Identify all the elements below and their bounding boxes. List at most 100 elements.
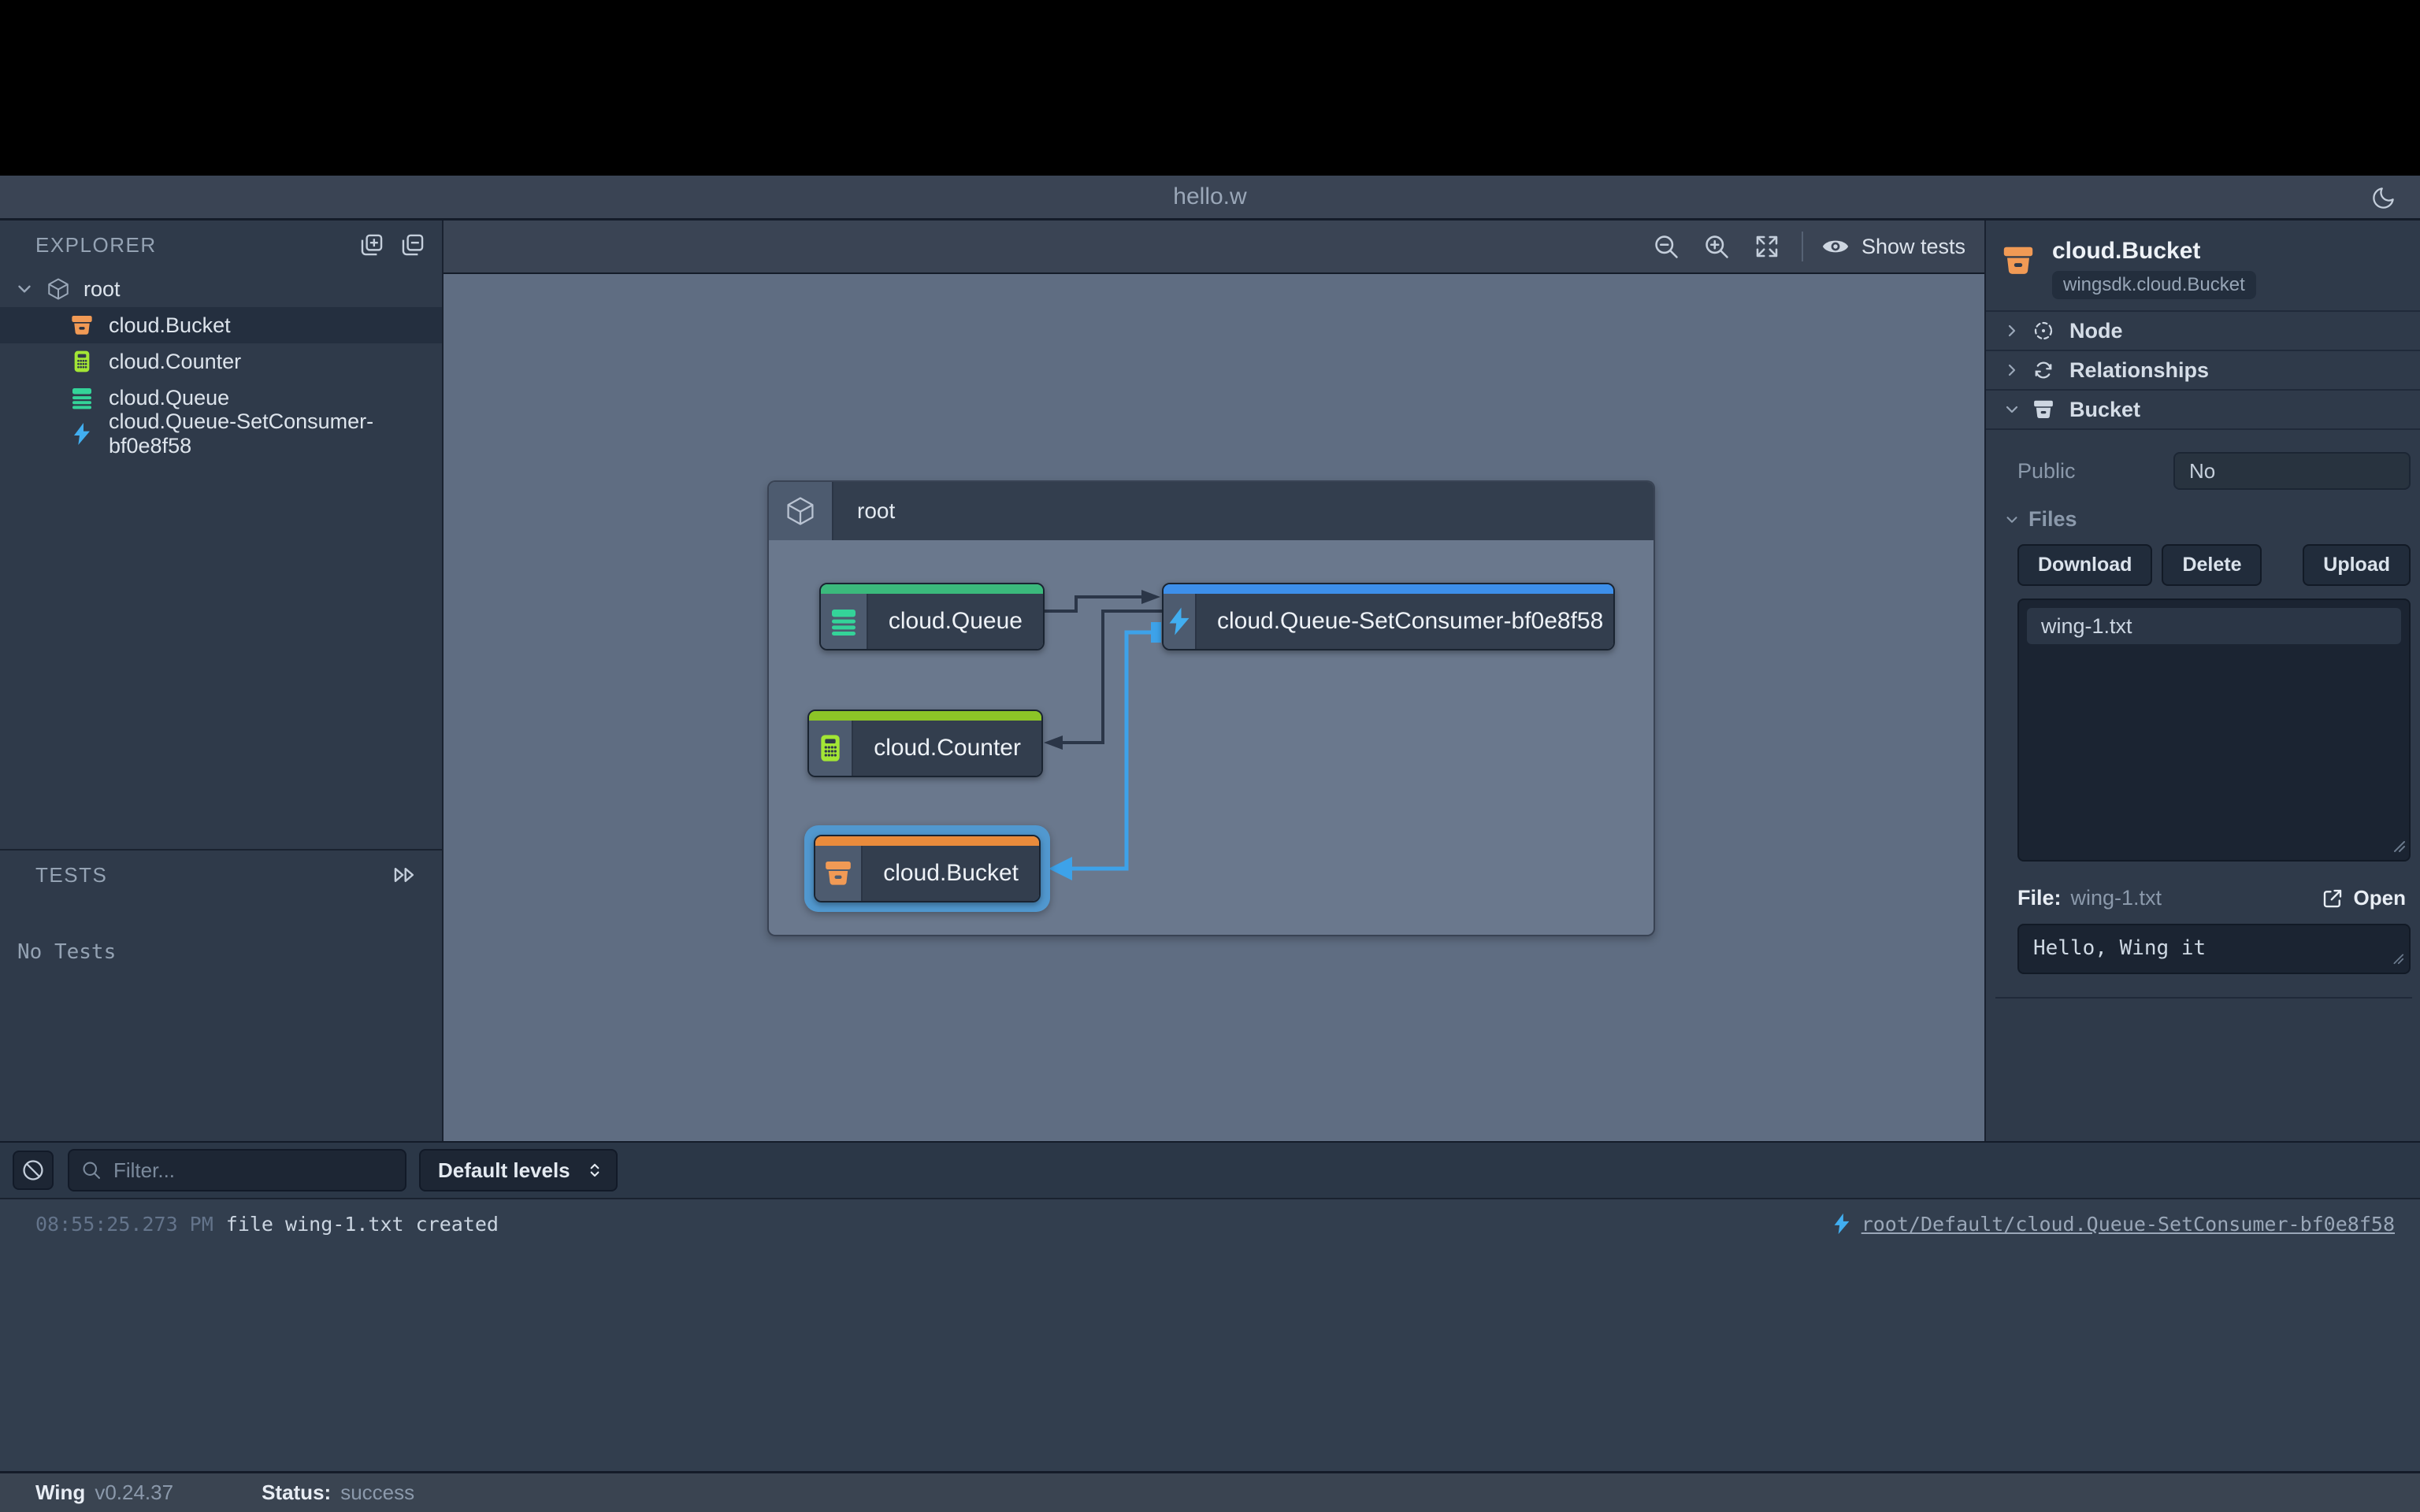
upload-button[interactable]: Upload [2303, 544, 2411, 586]
tree-item-label: cloud.Queue-SetConsumer-bf0e8f58 [109, 410, 442, 458]
expand-all-icon [358, 232, 385, 258]
node-label: cloud.Bucket [863, 846, 1039, 901]
inspector-divider [1995, 997, 2412, 999]
show-tests-toggle[interactable]: Show tests [1813, 232, 1984, 261]
section-label: Relationships [2069, 358, 2209, 383]
explorer-header-label: EXPLORER [35, 233, 157, 258]
section-relationships[interactable]: Relationships [1986, 351, 2420, 391]
download-button[interactable]: Download [2017, 544, 2152, 586]
status-label: Status: [262, 1480, 331, 1505]
status-value: success [340, 1480, 414, 1505]
file-info-row: File: wing-1.txt Open [2017, 885, 2411, 911]
cube-icon [46, 276, 71, 302]
node-label: cloud.Queue-SetConsumer-bf0e8f58 [1197, 594, 1615, 649]
chevron-right-icon [1999, 361, 2025, 380]
log-area: 08:55:25.273 PM file wing-1.txt created … [0, 1212, 2420, 1236]
app-version-group: Wing v0.24.37 [35, 1480, 173, 1505]
public-field-row: Public No [2017, 452, 2412, 490]
cube-icon [769, 482, 833, 540]
log-entry: 08:55:25.273 PM file wing-1.txt created … [35, 1212, 2395, 1236]
zoom-out-icon [1652, 232, 1680, 261]
tests-empty-message: No Tests [17, 940, 442, 964]
app-name: Wing [35, 1480, 85, 1505]
log-resource-link[interactable]: root/Default/cloud.Queue-SetConsumer-bf0… [1861, 1213, 2395, 1236]
map-toolbar: Show tests [444, 220, 1984, 274]
tree-item-cloud-queue-setconsumer[interactable]: cloud.Queue-SetConsumer-bf0e8f58 [0, 416, 442, 452]
function-icon [1830, 1212, 1854, 1236]
fit-to-screen-button[interactable] [1742, 232, 1792, 261]
map-node-cloud-queue-setconsumer[interactable]: cloud.Queue-SetConsumer-bf0e8f58 [1162, 583, 1615, 650]
inspector-type-badge: wingsdk.cloud.Bucket [2052, 271, 2256, 299]
map-node-cloud-counter[interactable]: cloud.Counter [807, 710, 1043, 777]
files-subsection-header[interactable]: Files [2000, 507, 2412, 532]
map-node-cloud-queue[interactable]: cloud.Queue [819, 583, 1045, 650]
node-topbar [821, 584, 1043, 594]
clear-logs-button[interactable] [13, 1151, 54, 1190]
counter-icon [69, 349, 95, 374]
moon-icon [2370, 184, 2397, 211]
tree-item-label: root [84, 277, 121, 302]
file-name: wing-1.txt [2071, 886, 2162, 910]
run-all-icon [392, 862, 418, 888]
inspector-header: cloud.Bucket wingsdk.cloud.Bucket [1986, 220, 2420, 312]
file-list: wing-1.txt [2017, 598, 2411, 862]
chevron-down-icon [1999, 400, 2025, 419]
zoom-in-icon [1702, 232, 1731, 261]
selection-ring: cloud.Bucket [804, 825, 1050, 912]
file-list-item[interactable]: wing-1.txt [2027, 608, 2401, 644]
log-filter-input[interactable] [112, 1158, 394, 1184]
tests-header: TESTS [0, 850, 442, 899]
window-title: hello.w [1173, 183, 1246, 210]
top-black-strip [0, 0, 2420, 176]
external-link-icon [2321, 887, 2344, 910]
tree-item-cloud-counter[interactable]: cloud.Counter [0, 343, 442, 380]
tests-header-label: TESTS [35, 863, 107, 888]
tree-item-label: cloud.Counter [109, 350, 241, 374]
section-node[interactable]: Node [1986, 312, 2420, 351]
resize-grip-icon[interactable] [2390, 837, 2406, 857]
tree-item-cloud-bucket[interactable]: cloud.Bucket [0, 307, 442, 343]
resource-tree: root cloud.Bucket cloud.Counter [0, 271, 442, 452]
expand-all-button[interactable] [358, 232, 385, 258]
tree-item-root[interactable]: root [0, 271, 442, 307]
file-content-textarea[interactable]: Hello, Wing it [2017, 924, 2411, 974]
node-topbar [1164, 584, 1613, 594]
section-label: Bucket [2069, 398, 2140, 422]
counter-icon [809, 721, 853, 776]
app-version: v0.24.37 [95, 1480, 173, 1505]
files-label: Files [2028, 507, 2077, 532]
chevron-down-icon[interactable] [14, 279, 35, 299]
resize-grip-icon[interactable] [2390, 951, 2404, 969]
run-all-tests-button[interactable] [392, 862, 418, 888]
map-view: Show tests root [444, 220, 1984, 1141]
relationships-icon [2032, 358, 2055, 382]
bucket-section-body: Public No Files Download Delete Upload [1986, 430, 2420, 999]
collapse-all-icon [399, 232, 426, 258]
ban-icon [20, 1158, 46, 1183]
map-canvas[interactable]: root [444, 274, 1984, 1141]
delete-button[interactable]: Delete [2162, 544, 2262, 586]
wing-console-app: hello.w EXPLORER [0, 0, 2420, 1512]
console-toolbar: Default levels [0, 1143, 2420, 1199]
zoom-in-button[interactable] [1691, 232, 1742, 261]
log-message: file wing-1.txt created [226, 1213, 499, 1236]
log-filter[interactable] [68, 1149, 406, 1191]
inspector-panel: cloud.Bucket wingsdk.cloud.Bucket Node [1984, 220, 2420, 1141]
status-bar: Wing v0.24.37 Status: success [0, 1471, 2420, 1512]
show-tests-label: Show tests [1861, 235, 1965, 259]
node-label: cloud.Counter [853, 721, 1041, 776]
collapse-all-button[interactable] [399, 232, 426, 258]
theme-toggle-button[interactable] [2366, 182, 2401, 213]
map-node-cloud-bucket[interactable]: cloud.Bucket [814, 835, 1041, 902]
bucket-icon [815, 846, 863, 901]
map-root-header[interactable]: root [769, 482, 1654, 540]
function-icon [1164, 594, 1197, 649]
map-root-label: root [833, 482, 1654, 540]
file-content-box: Hello, Wing it [2017, 924, 2411, 978]
open-file-button[interactable]: Open [2316, 885, 2411, 911]
log-level-select[interactable]: Default levels [419, 1149, 618, 1191]
public-value: No [2173, 452, 2411, 490]
section-bucket[interactable]: Bucket [1986, 391, 2420, 430]
zoom-out-button[interactable] [1641, 232, 1691, 261]
public-label: Public [2017, 459, 2173, 484]
